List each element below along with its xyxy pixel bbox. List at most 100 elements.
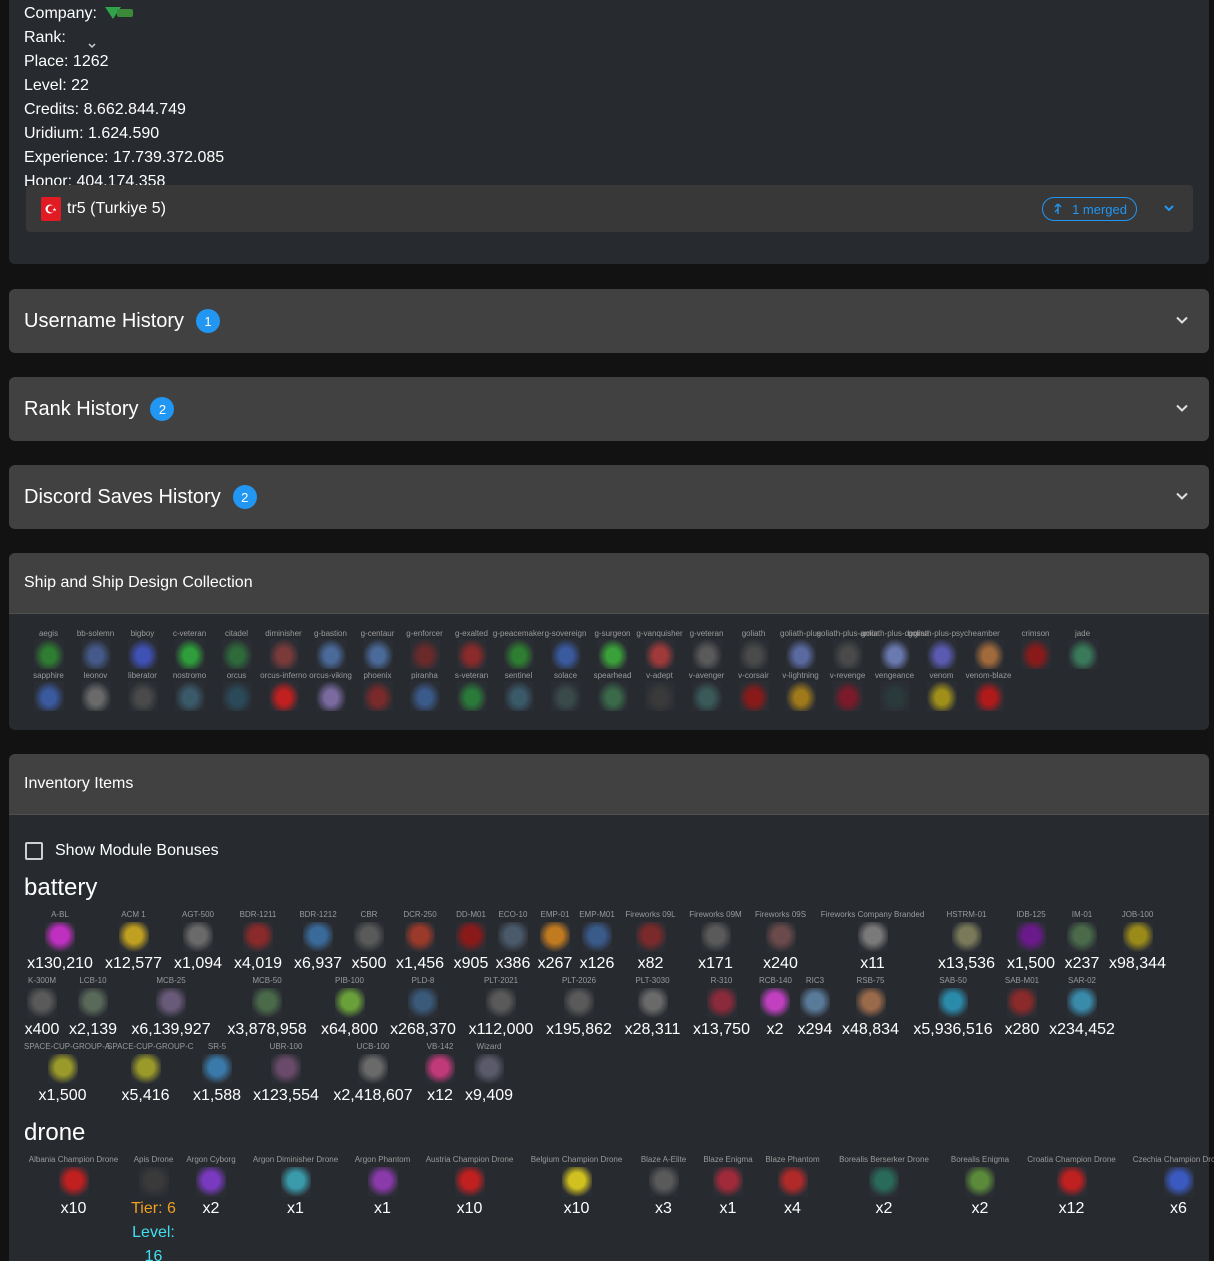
inventory-item[interactable]: DD-M01 x905 bbox=[453, 910, 489, 976]
item-quantity: x6,937 bbox=[293, 955, 343, 972]
inventory-item[interactable]: RSB-75 x48,834 bbox=[839, 976, 902, 1042]
inventory-item[interactable]: JOB-100 x98,344 bbox=[1106, 910, 1169, 976]
inventory-item[interactable]: LCB-10 x2,139 bbox=[66, 976, 120, 1042]
server-name: tr5 (Turkiye 5) bbox=[67, 199, 166, 217]
inventory-item[interactable]: SAR-02 x234,452 bbox=[1046, 976, 1118, 1042]
inventory-item[interactable]: PLT-2021 x112,000 bbox=[465, 976, 537, 1042]
inventory-item[interactable]: IDB-125 x1,500 bbox=[1004, 910, 1058, 976]
drone-name: Argon Cyborg bbox=[186, 1155, 236, 1164]
inventory-item[interactable]: MCB-50 x3,878,958 bbox=[222, 976, 312, 1042]
inventory-item[interactable]: Fireworks Company Branded x11 bbox=[816, 910, 929, 976]
drone-item[interactable]: Belgium Champion Drone x10 bbox=[527, 1155, 626, 1221]
item-name: MCB-25 bbox=[156, 976, 186, 985]
item-quantity: x1,094 bbox=[173, 955, 223, 972]
drone-item[interactable]: Albania Champion Drone x10 bbox=[24, 1155, 123, 1221]
ship-grid: aegis bb-solemn bigboy c-veteran citadel dimi… bbox=[25, 629, 1205, 713]
drone-item[interactable]: Czechia Champion Drone x6 bbox=[1129, 1155, 1214, 1221]
inventory-item[interactable]: R-310 x13,750 bbox=[690, 976, 753, 1042]
inventory-item[interactable]: UCB-100 x2,418,607 bbox=[328, 1042, 418, 1108]
chevron-down-icon[interactable] bbox=[1175, 489, 1189, 508]
username-history-accordion[interactable]: Username History 1 bbox=[9, 289, 1209, 353]
item-quantity: x280 bbox=[1004, 1021, 1040, 1038]
item-icon bbox=[760, 988, 790, 1018]
inventory-item[interactable]: SR-5 x1,588 bbox=[190, 1042, 244, 1108]
inventory-item[interactable]: RIC3 x294 bbox=[797, 976, 833, 1042]
inventory-item[interactable]: VB-142 x12 bbox=[424, 1042, 456, 1108]
inventory-item[interactable]: PIB-100 x64,800 bbox=[318, 976, 381, 1042]
merged-chip[interactable]: 1 merged bbox=[1042, 197, 1137, 221]
inventory-item[interactable]: PLD-8 x268,370 bbox=[387, 976, 459, 1042]
drone-item[interactable]: Argon Cyborg x2 bbox=[184, 1155, 238, 1221]
inventory-item[interactable]: AGT-500 x1,094 bbox=[171, 910, 225, 976]
drone-item[interactable]: Blaze A-Elite x3 bbox=[634, 1155, 693, 1221]
server-panel[interactable]: tr5 (Turkiye 5) 1 merged bbox=[26, 185, 1193, 232]
drone-item[interactable]: Blaze Enigma x1 bbox=[701, 1155, 755, 1221]
inventory-item[interactable]: DCR-250 x1,456 bbox=[393, 910, 447, 976]
show-module-bonuses-toggle[interactable]: Show Module Bonuses bbox=[25, 842, 219, 860]
inventory-item[interactable]: K-300M x400 bbox=[24, 976, 60, 1042]
module-bonuses-checkbox[interactable] bbox=[25, 842, 43, 860]
drone-level: Level: 16 bbox=[132, 1224, 175, 1261]
inventory-item[interactable]: UBR-100 x123,554 bbox=[250, 1042, 322, 1108]
item-icon bbox=[130, 1054, 161, 1084]
drone-item[interactable]: Argon Phantom x1 bbox=[353, 1155, 412, 1221]
item-icon bbox=[1056, 1167, 1087, 1197]
ship-item[interactable]: jade bbox=[1059, 629, 1106, 671]
inventory-item[interactable]: ACM 1 x12,577 bbox=[102, 910, 165, 976]
item-quantity: x386 bbox=[495, 955, 531, 972]
inventory-item[interactable]: Fireworks 09M x171 bbox=[686, 910, 745, 976]
rank-history-accordion[interactable]: Rank History 2 bbox=[9, 377, 1209, 441]
drone-item[interactable]: Argon Diminisher Drone x1 bbox=[246, 1155, 345, 1221]
ship-icon bbox=[1021, 639, 1051, 669]
item-icon bbox=[540, 922, 570, 952]
ship-icon bbox=[222, 681, 252, 711]
inventory-item[interactable]: Wizard x9,409 bbox=[462, 1042, 516, 1108]
inventory-item[interactable]: EMP-M01 x126 bbox=[579, 910, 615, 976]
item-icon bbox=[857, 922, 888, 952]
inventory-item[interactable]: RCB-140 x2 bbox=[759, 976, 792, 1042]
inventory-item[interactable]: MCB-25 x6,139,927 bbox=[126, 976, 216, 1042]
drone-item[interactable]: Borealis Berserker Drone x2 bbox=[830, 1155, 938, 1221]
item-quantity: x112,000 bbox=[468, 1021, 534, 1038]
item-quantity: x2,418,607 bbox=[333, 1087, 413, 1104]
inventory-item[interactable]: Fireworks 09L x82 bbox=[621, 910, 680, 976]
accordion-title: Username History bbox=[24, 309, 185, 332]
drone-item[interactable]: Austria Champion Drone x10 bbox=[420, 1155, 519, 1221]
inventory-item[interactable]: CBR x500 bbox=[351, 910, 387, 976]
inventory-item[interactable]: BDR-1212 x6,937 bbox=[291, 910, 345, 976]
inventory-item[interactable]: PLT-2026 x195,862 bbox=[543, 976, 615, 1042]
item-icon bbox=[951, 922, 982, 952]
inventory-item[interactable]: SPACE-CUP-GROUP-C x5,416 bbox=[107, 1042, 194, 1108]
inventory-item[interactable]: SPACE-CUP-GROUP-A x1,500 bbox=[24, 1042, 110, 1108]
drone-item[interactable]: Croatia Champion Drone x12 bbox=[1022, 1155, 1121, 1221]
inventory-item[interactable]: Fireworks 09S x240 bbox=[751, 910, 810, 976]
inventory-item[interactable]: SAB-50 x5,936,516 bbox=[908, 976, 998, 1042]
ship-icon bbox=[833, 639, 863, 669]
item-icon bbox=[78, 988, 108, 1018]
inventory-item[interactable]: IM-01 x237 bbox=[1064, 910, 1100, 976]
chevron-down-icon[interactable] bbox=[1175, 313, 1189, 332]
item-quantity: x130,210 bbox=[27, 955, 93, 972]
drone-item[interactable]: Borealis Enigma x2 bbox=[946, 1155, 1014, 1221]
drone-item[interactable]: Apis DroneTier: 6Level: 16x1 bbox=[131, 1155, 176, 1261]
discord-saves-history-accordion[interactable]: Discord Saves History 2 bbox=[9, 465, 1209, 529]
inventory-item[interactable]: SAB-M01 x280 bbox=[1004, 976, 1040, 1042]
inventory-item[interactable]: A-BL x130,210 bbox=[24, 910, 96, 976]
server-expand-chevron-icon[interactable] bbox=[1163, 201, 1175, 219]
item-icon bbox=[648, 1167, 679, 1197]
place-value: Place: 1262 bbox=[24, 53, 109, 70]
ship-item[interactable]: venom-blaze bbox=[965, 671, 1012, 713]
drone-name: Czechia Champion Drone bbox=[1132, 1155, 1214, 1164]
inventory-item[interactable]: HSTRM-01 x13,536 bbox=[935, 910, 998, 976]
item-icon bbox=[938, 988, 968, 1018]
drone-items-grid: Albania Champion Drone x10 Apis Drone Tier:… bbox=[24, 1155, 1214, 1261]
drone-item[interactable]: Blaze Phantom x4 bbox=[763, 1155, 822, 1221]
item-name: RCB-140 bbox=[759, 976, 792, 985]
item-quantity: x98,344 bbox=[1109, 955, 1166, 972]
inventory-item[interactable]: ECO-10 x386 bbox=[495, 910, 531, 976]
inventory-item[interactable]: EMP-01 x267 bbox=[537, 910, 573, 976]
item-icon bbox=[1067, 922, 1097, 952]
inventory-item[interactable]: PLT-3030 x28,311 bbox=[621, 976, 684, 1042]
inventory-item[interactable]: BDR-1211 x4,019 bbox=[231, 910, 285, 976]
chevron-down-icon[interactable] bbox=[1175, 401, 1189, 420]
